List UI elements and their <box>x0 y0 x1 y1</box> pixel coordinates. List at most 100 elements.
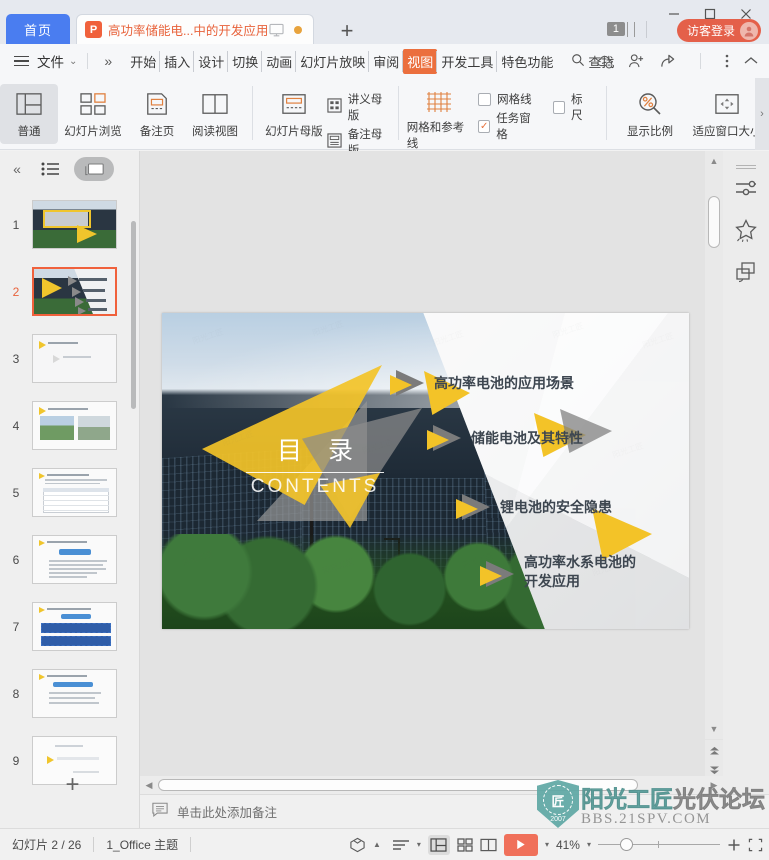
thumbnail-preview[interactable] <box>32 334 117 383</box>
notes-page-button[interactable]: 备注页 <box>128 84 186 144</box>
reading-view-button[interactable]: 阅读视图 <box>186 84 244 144</box>
align-caret-icon[interactable]: ▾ <box>417 840 421 849</box>
home-tab[interactable]: 首页 <box>6 14 70 44</box>
slides-view-tab[interactable] <box>74 157 114 181</box>
thumbnail-item-6[interactable]: 6 <box>0 526 132 593</box>
collapse-ribbon-icon[interactable] <box>743 55 759 67</box>
slide-canvas-area[interactable]: 目 录 CONTENTS 高功率电池的应用场景 储能电池及其特性 锂电池的安全隐… <box>140 151 730 776</box>
thumbnail-item-3[interactable]: 3 <box>0 325 132 392</box>
thumbnail-preview[interactable] <box>32 535 117 584</box>
toc-title-block: 目 录 CONTENTS <box>240 431 390 498</box>
thumbnail-preview[interactable] <box>32 602 117 651</box>
more-commands-icon[interactable]: » <box>104 53 112 69</box>
canvas-horizontal-scrollbar[interactable]: ◀ ▶ <box>140 776 723 794</box>
toc-item-2[interactable]: 储能电池及其特性 <box>427 425 583 451</box>
scroll-right-arrow[interactable]: ▶ <box>706 776 722 794</box>
add-slide-button[interactable]: + <box>30 771 115 798</box>
thumbnail-item-7[interactable]: 7 <box>0 593 132 660</box>
thumbnail-item-1[interactable]: 1 <box>0 191 132 258</box>
tab-featured[interactable]: 特色功能 <box>496 49 557 74</box>
thumbnail-item-4[interactable]: 4 <box>0 392 132 459</box>
previous-slide-button[interactable] <box>705 740 723 760</box>
show-checkboxes: 网格线 ✓ 任务窗格 <box>478 84 539 142</box>
ruler-checkbox-row[interactable]: 标尺 <box>552 91 592 123</box>
tab-slideshow[interactable]: 幻灯片放映 <box>295 49 369 74</box>
tab-start[interactable]: 开始 <box>126 49 160 74</box>
duplicate-button[interactable] <box>723 253 769 295</box>
status-normal-view-button[interactable] <box>427 834 450 855</box>
start-slideshow-button[interactable] <box>503 833 538 856</box>
toc-item-1[interactable]: 高功率电池的应用场景 <box>390 370 574 396</box>
collapse-panel-button[interactable]: « <box>6 161 28 177</box>
tab-transition[interactable]: 切换 <box>227 49 262 74</box>
handout-master-button[interactable]: 讲义母版 <box>327 91 390 123</box>
current-slide[interactable]: 目 录 CONTENTS 高功率电池的应用场景 储能电池及其特性 锂电池的安全隐… <box>162 313 689 629</box>
tab-insert[interactable]: 插入 <box>159 49 194 74</box>
ruler-checkbox[interactable] <box>552 100 565 114</box>
thumbnail-list[interactable]: 1 2 3 4 5 6 7 8 9 <box>0 187 132 787</box>
status-sorter-view-button[interactable] <box>457 837 473 852</box>
more-options-icon[interactable] <box>725 53 729 69</box>
tab-developer-tools[interactable]: 开发工具 <box>436 49 497 74</box>
add-collaborator-icon[interactable] <box>628 53 645 69</box>
document-tab[interactable]: P 高功率储能电...中的开发应用 <box>76 14 314 44</box>
zoom-in-button[interactable] <box>727 838 741 852</box>
thumbnail-preview[interactable] <box>32 401 117 450</box>
window-count-badge[interactable]: 1 <box>606 22 625 36</box>
zoom-level-label[interactable]: 41% <box>556 838 580 852</box>
thumbnail-preview[interactable] <box>32 267 117 316</box>
zoom-slider[interactable] <box>598 837 720 853</box>
scroll-down-arrow[interactable]: ▼ <box>705 721 723 737</box>
ribbon-expand-button[interactable]: › <box>755 78 769 150</box>
slide-sorter-button[interactable]: 幻灯片浏览 <box>58 84 128 144</box>
grid-guides-button[interactable]: 网格和参考线 <box>407 84 472 150</box>
tab-design[interactable]: 设计 <box>193 49 228 74</box>
thumbnail-item-2[interactable]: 2 <box>0 258 132 325</box>
file-menu[interactable]: 文件 <box>37 51 64 71</box>
zoom-slider-knob[interactable] <box>620 838 633 851</box>
slide-master-button[interactable]: 幻灯片母版 <box>261 84 327 144</box>
align-button[interactable] <box>392 838 410 852</box>
tab-animation[interactable]: 动画 <box>261 49 296 74</box>
thumbnail-scrollbar[interactable] <box>131 221 136 409</box>
slideshow-caret-icon[interactable]: ▾ <box>545 840 549 849</box>
shape-tools-button[interactable] <box>349 837 366 853</box>
slide-sorter-label: 幻灯片浏览 <box>64 126 122 138</box>
thumbnail-preview[interactable] <box>32 669 117 718</box>
scroll-up-arrow[interactable]: ▲ <box>705 153 723 169</box>
notes-pane[interactable]: 单击此处添加备注 <box>140 794 769 828</box>
zoom-percent-button[interactable]: 显示比例 <box>615 84 685 144</box>
taskpane-checkbox-row[interactable]: ✓ 任务窗格 <box>478 110 539 142</box>
toc-item-4[interactable]: 高功率水系电池的 开发应用 <box>480 553 636 591</box>
canvas-vertical-scrollbar[interactable]: ▲ ▼ <box>705 151 723 739</box>
monitor-icon[interactable] <box>269 23 284 37</box>
normal-view-button[interactable]: 普通 <box>0 84 58 144</box>
zoom-caret-icon[interactable]: ▾ <box>587 840 591 849</box>
thumbnail-preview[interactable] <box>32 200 117 249</box>
chevron-down-icon[interactable]: ⌄ <box>69 56 77 67</box>
theme-label[interactable]: 1_Office 主题 <box>94 836 190 853</box>
magic-star-button[interactable] <box>723 211 769 253</box>
horizontal-scroll-thumb[interactable] <box>158 779 638 791</box>
tab-review[interactable]: 审阅 <box>368 49 403 74</box>
thumbnail-item-5[interactable]: 5 <box>0 459 132 526</box>
tab-view[interactable]: 视图 <box>402 48 438 74</box>
hamburger-icon[interactable] <box>14 53 29 70</box>
scroll-left-arrow[interactable]: ◀ <box>141 776 157 794</box>
thumbnail-item-8[interactable]: 8 <box>0 660 132 727</box>
vertical-scroll-thumb[interactable] <box>708 196 720 248</box>
guest-login-button[interactable]: 访客登录 <box>676 19 761 42</box>
outline-view-tab[interactable] <box>38 158 64 180</box>
shape-tools-caret-icon[interactable]: ▲ <box>373 840 381 849</box>
cloud-sync-icon[interactable] <box>596 54 614 69</box>
taskpane-checkbox[interactable]: ✓ <box>478 119 491 133</box>
toc-item-3[interactable]: 锂电池的安全隐患 <box>456 494 612 520</box>
fit-slide-button[interactable] <box>748 838 763 852</box>
gridlines-checkbox[interactable] <box>478 92 492 106</box>
new-tab-button[interactable]: + <box>330 18 364 44</box>
status-reading-view-button[interactable] <box>480 838 497 852</box>
share-icon[interactable] <box>659 53 676 69</box>
gridlines-checkbox-row[interactable]: 网格线 <box>478 91 539 107</box>
sliders-button[interactable] <box>723 169 769 211</box>
thumbnail-preview[interactable] <box>32 468 117 517</box>
